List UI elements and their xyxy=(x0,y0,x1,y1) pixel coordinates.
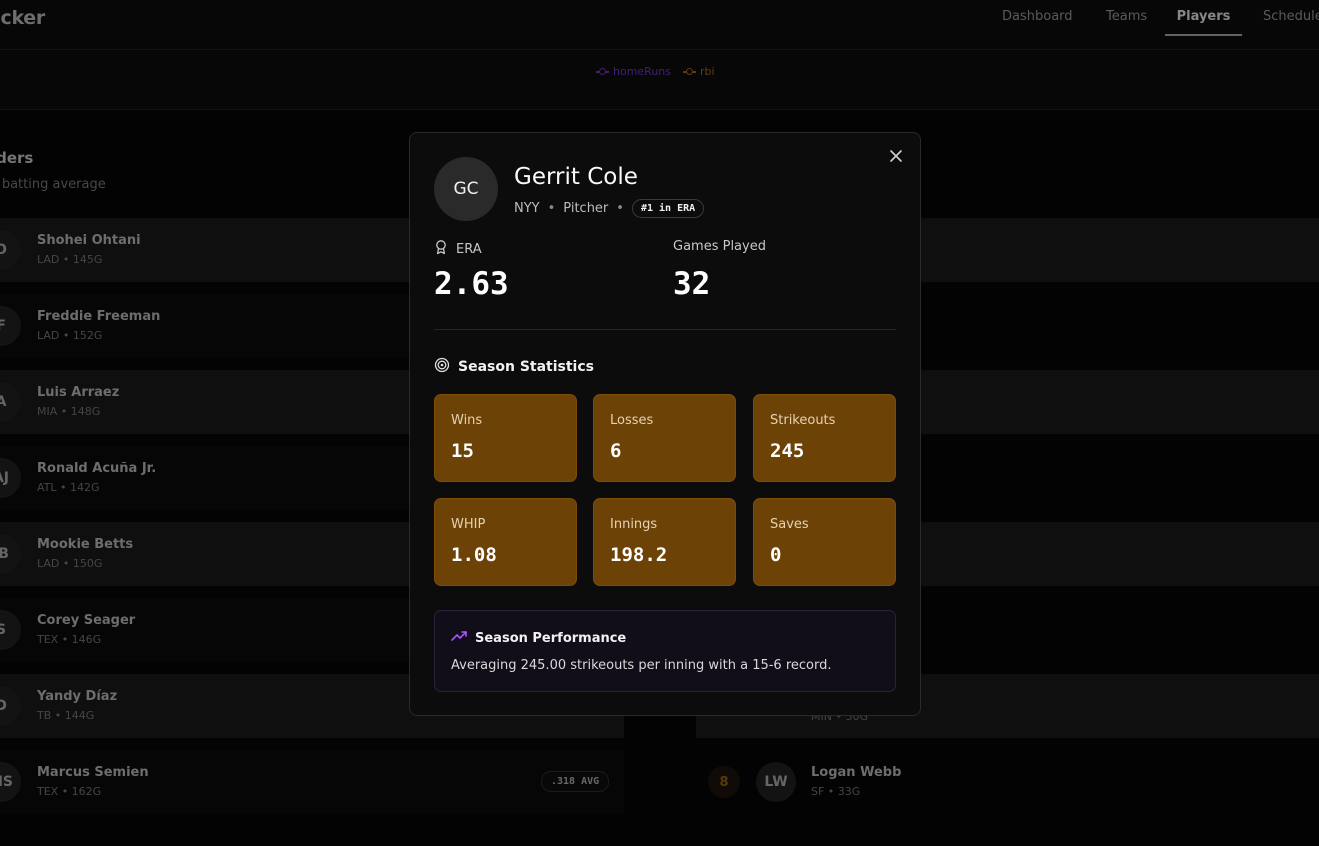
stat-label: Losses xyxy=(610,413,654,428)
stat-value: 0 xyxy=(770,544,782,566)
separator: • xyxy=(547,201,556,216)
highlight-label: ERA xyxy=(456,241,482,257)
stat-label: Innings xyxy=(610,517,658,532)
target-icon xyxy=(434,357,450,377)
player-meta: NYY • Pitcher • #1 in ERA xyxy=(514,199,705,218)
close-icon[interactable] xyxy=(888,149,904,165)
stat-card-losses: Losses 6 xyxy=(593,394,736,482)
rank-badge: #1 in ERA xyxy=(631,199,705,218)
stat-value: 245 xyxy=(770,440,805,462)
stat-value: 6 xyxy=(610,440,622,462)
player-name: Gerrit Cole xyxy=(514,164,638,190)
stat-card-saves: Saves 0 xyxy=(753,498,896,586)
performance-title: Season Performance xyxy=(451,630,626,646)
stat-card-innings: Innings 198.2 xyxy=(593,498,736,586)
games-played-value: 32 xyxy=(673,266,711,302)
trending-up-icon xyxy=(451,630,467,646)
stat-label: Saves xyxy=(770,517,809,532)
avatar: GC xyxy=(434,157,498,221)
stat-card-strikeouts: Strikeouts 245 xyxy=(753,394,896,482)
performance-text: Averaging 245.00 strikeouts per inning w… xyxy=(451,658,832,673)
stat-card-whip: WHIP 1.08 xyxy=(434,498,577,586)
team-label: NYY xyxy=(514,201,540,216)
divider xyxy=(434,329,896,330)
stat-label: Wins xyxy=(451,413,483,428)
stat-value: 1.08 xyxy=(451,544,497,566)
stat-card-wins: Wins 15 xyxy=(434,394,577,482)
stat-value: 15 xyxy=(451,440,474,462)
era-label: ERA xyxy=(434,239,482,259)
player-detail-modal: GC Gerrit Cole NYY • Pitcher • #1 in ERA… xyxy=(409,132,921,716)
era-value: 2.63 xyxy=(434,266,509,302)
games-played-label: Games Played xyxy=(673,239,766,254)
section-title-label: Season Statistics xyxy=(458,359,594,375)
performance-title-label: Season Performance xyxy=(475,630,627,646)
stat-value: 198.2 xyxy=(610,544,668,566)
stat-label: WHIP xyxy=(451,517,486,532)
award-icon xyxy=(434,239,448,259)
position-label: Pitcher xyxy=(563,201,609,216)
stat-label: Strikeouts xyxy=(770,413,836,428)
highlight-label: Games Played xyxy=(673,239,766,254)
season-performance-panel: Season Performance Averaging 245.00 stri… xyxy=(434,610,896,692)
separator: • xyxy=(616,201,624,216)
section-title: Season Statistics xyxy=(434,357,594,377)
